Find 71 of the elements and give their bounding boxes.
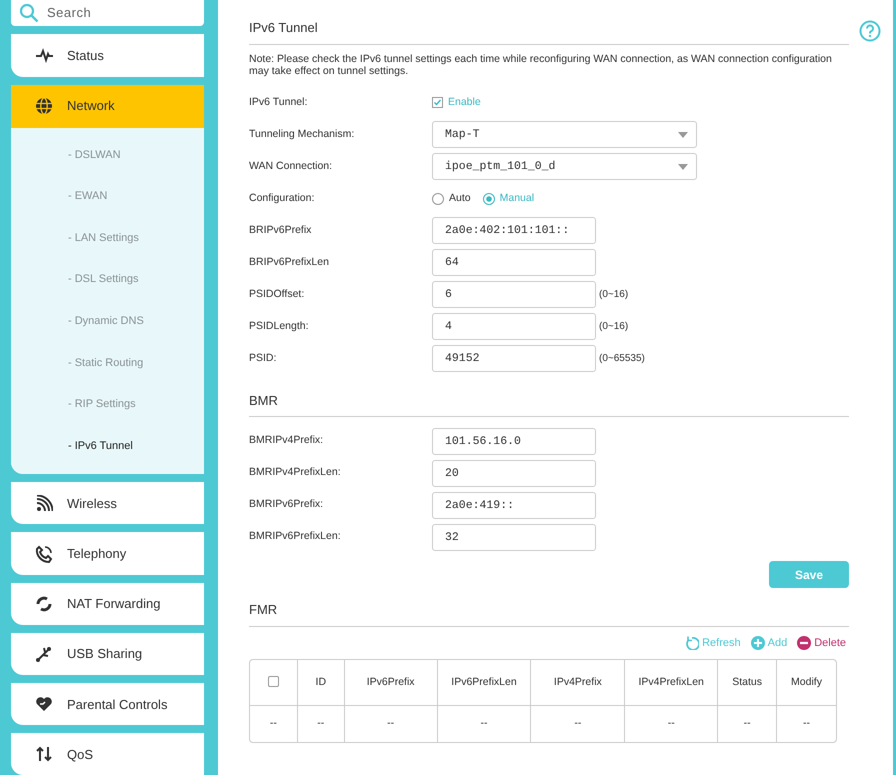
input-field[interactable]: 101.56.16.0: [432, 428, 596, 454]
usb-icon: [35, 645, 53, 664]
field-label: BRIPv6Prefix: [249, 222, 312, 238]
radio-label[interactable]: Auto: [449, 190, 471, 206]
nav-item[interactable]: Network: [11, 84, 204, 128]
input-field[interactable]: 20: [432, 460, 596, 486]
range-hint: (0~16): [599, 320, 628, 334]
table-cell: --: [480, 717, 488, 730]
sort-arrows-icon: [35, 745, 53, 764]
dropdown[interactable]: ipoe_ptm_101_0_d: [432, 153, 697, 180]
field-label: PSIDOffset:: [249, 286, 306, 302]
column-header: Modify: [791, 676, 822, 688]
search-input[interactable]: Search: [45, 2, 185, 24]
table-cell: --: [387, 717, 394, 730]
radio-button[interactable]: [432, 192, 444, 204]
field-label: BMRIPv4Prefix:: [249, 433, 324, 448]
field-label: IPv6 Tunnel:: [249, 94, 308, 110]
input-field[interactable]: 6: [432, 281, 596, 308]
section-title: BMR: [249, 382, 849, 417]
add-icon: [750, 636, 765, 650]
table-cell: --: [668, 717, 675, 730]
dropdown[interactable]: Map-T: [432, 121, 697, 148]
radio-button[interactable]: [482, 192, 495, 204]
input-field[interactable]: 2a0e:419::: [432, 492, 596, 518]
field-label: Tunneling Mechanism:: [249, 126, 356, 142]
globe-icon: [35, 97, 53, 116]
column-header: IPv4Prefix: [554, 676, 602, 688]
submenu-item[interactable]: - IPv6 Tunnel: [11, 424, 204, 466]
search-icon: [19, 3, 39, 24]
help-icon[interactable]: [859, 20, 881, 42]
range-hint: (0~65535): [599, 352, 645, 366]
column-header: IPv6Prefix: [366, 676, 415, 688]
checkbox[interactable]: [432, 97, 443, 108]
checkbox[interactable]: [268, 676, 279, 688]
range-hint: (0~16): [599, 288, 628, 302]
delete-icon: [797, 636, 812, 650]
column-header: ID: [316, 676, 326, 688]
section-title: FMR: [249, 592, 849, 626]
section-title: IPv6 Tunnel: [249, 10, 849, 44]
field-label: Configuration:: [249, 190, 316, 206]
column-header: IPv4PrefixLen: [638, 676, 704, 688]
field-label: BMRIPv4PrefixLen:: [249, 465, 342, 480]
field-label: PSIDLength:: [249, 318, 310, 334]
caret-icon: [678, 164, 688, 170]
pulse-icon: [35, 46, 53, 65]
input-field[interactable]: 32: [432, 524, 596, 550]
field-label: WAN Connection:: [249, 158, 334, 174]
caret-icon: [678, 132, 688, 138]
search-field[interactable]: Search: [11, 0, 204, 26]
table-cell: --: [803, 717, 810, 730]
input-field[interactable]: 49152: [432, 345, 596, 372]
table-cell: --: [744, 717, 751, 730]
heart-icon: [35, 695, 53, 714]
input-field[interactable]: 64: [432, 249, 596, 276]
input-field[interactable]: 2a0e:402:101:101::: [432, 217, 596, 244]
field-label: PSID:: [249, 350, 278, 366]
table-cell: --: [574, 717, 582, 730]
signal-icon: [35, 494, 53, 513]
phone-icon: [35, 544, 53, 563]
input-field[interactable]: 4: [432, 313, 596, 340]
field-label: BRIPv6PrefixLen: [249, 254, 330, 270]
field-label: BMRIPv6Prefix:: [249, 497, 324, 512]
note-text: Note: Please check the IPv6 tunnel settings each time while reconfiguring WAN connection, as WAN connection configuration may take effect on tunnel settings.: [249, 52, 833, 76]
table-cell: --: [270, 717, 277, 730]
delete-button[interactable]: Delete: [794, 634, 849, 651]
cycle-icon: [35, 595, 53, 613]
field-label: BMRIPv6PrefixLen:: [249, 529, 342, 544]
column-header: Status: [732, 676, 762, 688]
refresh-icon: [685, 636, 700, 650]
table-cell: --: [317, 717, 324, 730]
column-header: IPv6PrefixLen: [451, 676, 517, 688]
